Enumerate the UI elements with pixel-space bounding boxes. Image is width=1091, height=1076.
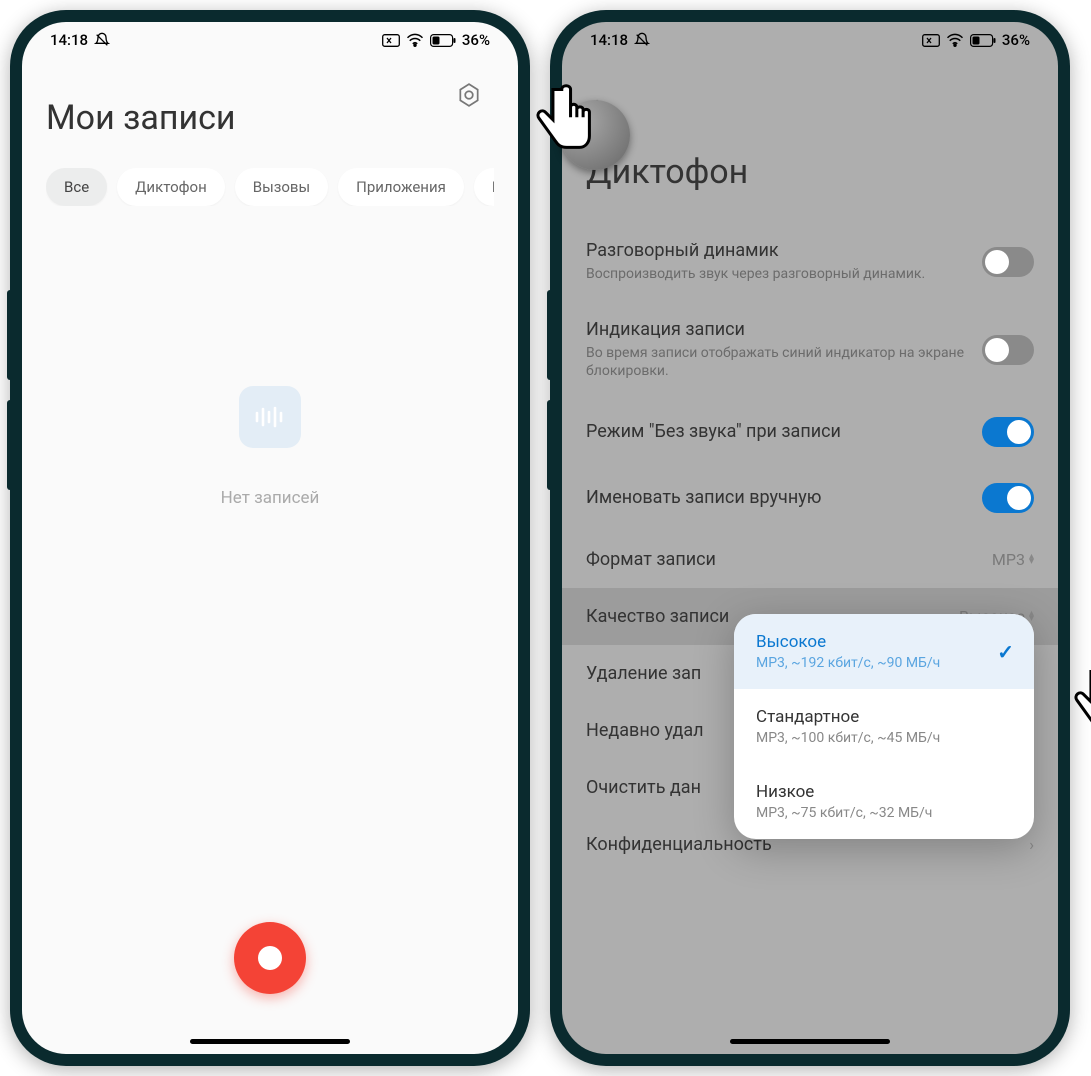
screen-right: 14:18 36% Диктофон Разговорный динамик В… bbox=[562, 22, 1058, 1054]
sim-icon bbox=[922, 34, 940, 47]
row-format-value: MP3 bbox=[992, 550, 1025, 569]
row-silent[interactable]: Режим "Без звука" при записи bbox=[586, 399, 1034, 465]
empty-state: Нет записей bbox=[46, 386, 494, 508]
tab-fm[interactable]: FM bbox=[474, 168, 494, 206]
sim-icon bbox=[382, 34, 400, 47]
check-icon: ✓ bbox=[997, 640, 1014, 664]
popup-high-sub: MP3, ~192 кбит/с, ~90 МБ/ч bbox=[756, 655, 1012, 671]
row-indicator-sub: Во время записи отображать синий индикат… bbox=[586, 344, 982, 380]
waveform-icon bbox=[239, 386, 301, 448]
back-button[interactable] bbox=[586, 98, 614, 122]
tab-calls[interactable]: Вызовы bbox=[235, 168, 328, 206]
popup-high-title: Высокое bbox=[756, 632, 1012, 652]
record-button[interactable] bbox=[234, 922, 306, 994]
volume-up-button[interactable] bbox=[7, 290, 11, 380]
quality-popup: Высокое MP3, ~192 кбит/с, ~90 МБ/ч ✓ Ста… bbox=[734, 614, 1034, 839]
row-indicator-title: Индикация записи bbox=[586, 319, 982, 340]
toggle-manual[interactable] bbox=[982, 483, 1034, 513]
tab-all[interactable]: Все bbox=[46, 168, 107, 206]
home-indicator[interactable] bbox=[190, 1039, 350, 1044]
page-title: Диктофон bbox=[586, 152, 1034, 192]
row-indicator[interactable]: Индикация записи Во время записи отображ… bbox=[586, 301, 1034, 398]
popup-low-title: Низкое bbox=[756, 782, 1012, 802]
battery-percent: 36% bbox=[1002, 31, 1030, 49]
tab-recorder[interactable]: Диктофон bbox=[117, 168, 225, 206]
wifi-icon bbox=[406, 33, 424, 47]
updown-icon: ▴▾ bbox=[1029, 554, 1034, 564]
phone-right: 14:18 36% Диктофон Разговорный динамик В… bbox=[550, 10, 1070, 1066]
wifi-icon bbox=[946, 33, 964, 47]
page-title: Мои записи bbox=[46, 98, 494, 138]
popup-standard-title: Стандартное bbox=[756, 707, 1012, 727]
popup-low-sub: MP3, ~75 кбит/с, ~32 МБ/ч bbox=[756, 805, 1012, 821]
row-speaker-sub: Воспроизводить звук через разговорный ди… bbox=[586, 265, 982, 283]
home-indicator[interactable] bbox=[730, 1039, 890, 1044]
volume-up-button[interactable] bbox=[547, 290, 551, 380]
row-speaker-title: Разговорный динамик bbox=[586, 240, 982, 261]
battery-percent: 36% bbox=[462, 31, 490, 49]
volume-down-button[interactable] bbox=[547, 400, 551, 490]
screen-left: 14:18 36% Мои записи Все Диктофон Вызовы… bbox=[22, 22, 518, 1054]
tab-apps[interactable]: Приложения bbox=[338, 168, 464, 206]
volume-down-button[interactable] bbox=[7, 400, 11, 490]
row-manual[interactable]: Именовать записи вручную bbox=[586, 465, 1034, 531]
battery-icon bbox=[430, 34, 456, 47]
settings-icon[interactable] bbox=[456, 82, 482, 112]
popup-standard-sub: MP3, ~100 кбит/с, ~45 МБ/ч bbox=[756, 730, 1012, 746]
row-speaker[interactable]: Разговорный динамик Воспроизводить звук … bbox=[586, 222, 1034, 301]
row-format-title: Формат записи bbox=[586, 549, 992, 570]
empty-text: Нет записей bbox=[221, 488, 320, 508]
popup-option-high[interactable]: Высокое MP3, ~192 кбит/с, ~90 МБ/ч ✓ bbox=[734, 614, 1034, 689]
status-bar: 14:18 36% bbox=[22, 22, 518, 58]
row-manual-title: Именовать записи вручную bbox=[586, 487, 982, 508]
toggle-indicator[interactable] bbox=[982, 335, 1034, 365]
filter-tabs: Все Диктофон Вызовы Приложения FM bbox=[46, 168, 494, 206]
status-time: 14:18 bbox=[50, 31, 88, 49]
row-format[interactable]: Формат записи MP3 ▴▾ bbox=[586, 531, 1034, 588]
status-time: 14:18 bbox=[590, 31, 628, 49]
status-bar: 14:18 36% bbox=[562, 22, 1058, 58]
toggle-speaker[interactable] bbox=[982, 247, 1034, 277]
battery-icon bbox=[970, 34, 996, 47]
dnd-icon bbox=[94, 32, 110, 48]
phone-left: 14:18 36% Мои записи Все Диктофон Вызовы… bbox=[10, 10, 530, 1066]
popup-option-low[interactable]: Низкое MP3, ~75 кбит/с, ~32 МБ/ч bbox=[734, 764, 1034, 839]
row-silent-title: Режим "Без звука" при записи bbox=[586, 421, 982, 442]
popup-option-standard[interactable]: Стандартное MP3, ~100 кбит/с, ~45 МБ/ч bbox=[734, 689, 1034, 764]
dnd-icon bbox=[634, 32, 650, 48]
toggle-silent[interactable] bbox=[982, 417, 1034, 447]
